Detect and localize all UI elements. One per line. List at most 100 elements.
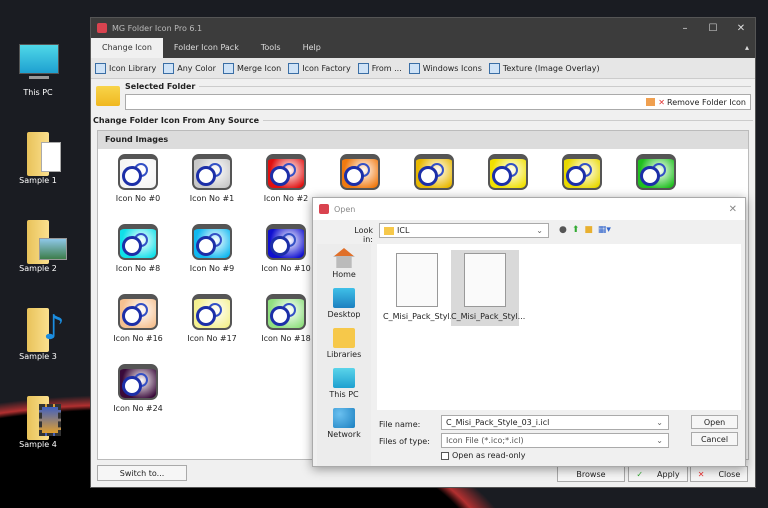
icon-library-button[interactable]: Icon Library xyxy=(95,62,156,74)
texture-button[interactable]: Texture (Image Overlay) xyxy=(488,62,600,74)
minimize-button[interactable]: – xyxy=(671,23,699,34)
libraries-icon xyxy=(333,328,355,348)
app-logo-icon xyxy=(319,204,329,214)
read-only-checkbox[interactable]: Open as read-only xyxy=(441,451,526,460)
folder-icon-preview xyxy=(118,294,158,330)
browse-button[interactable]: Browse xyxy=(557,466,625,482)
place-libraries[interactable]: Libraries xyxy=(317,324,371,364)
folder-icon-preview xyxy=(192,154,232,190)
found-image-item[interactable] xyxy=(547,154,617,194)
place-home[interactable]: Home xyxy=(317,244,371,284)
folder-icon xyxy=(96,86,120,106)
found-image-label: Icon No #1 xyxy=(189,194,235,203)
back-icon[interactable]: ● xyxy=(559,225,567,235)
title-bar: MG Folder Icon Pro 6.1 – ☐ ✕ xyxy=(91,18,755,38)
folder-icon-preview xyxy=(118,364,158,400)
folder-icon-preview xyxy=(636,154,676,190)
file-icon xyxy=(396,253,438,307)
factory-icon xyxy=(288,62,300,74)
folder-icon-preview xyxy=(414,154,454,190)
this-pc-icon xyxy=(333,368,355,388)
folder-icon-preview xyxy=(266,224,306,260)
maximize-button[interactable]: ☐ xyxy=(699,23,727,34)
found-image-label: Icon No #10 xyxy=(261,264,311,273)
found-image-item[interactable] xyxy=(325,154,395,194)
file-type-select[interactable]: Icon File (*.ico;*.icl) ⌄ xyxy=(441,433,669,448)
switch-to-button[interactable]: Switch to... xyxy=(97,465,187,481)
tab-tools[interactable]: Tools xyxy=(250,38,292,58)
folder-document-icon xyxy=(15,130,61,176)
any-color-button[interactable]: Any Color xyxy=(163,62,216,74)
found-image-label: Icon No #8 xyxy=(115,264,161,273)
folder-icon-preview xyxy=(192,294,232,330)
desktop-sample-2[interactable]: Sample 2 xyxy=(8,218,68,273)
file-list: C_Misi_Pack_Styl... C_Misi_Pack_Styl... xyxy=(377,244,741,410)
found-image-item[interactable] xyxy=(399,154,469,194)
windows-icons-button[interactable]: Windows Icons xyxy=(408,62,482,74)
look-in-select[interactable]: ICL ⌄ xyxy=(379,223,549,238)
found-image-item[interactable]: Icon No #24 xyxy=(103,364,173,413)
texture-icon xyxy=(488,62,500,74)
color-icon xyxy=(163,62,175,74)
network-icon xyxy=(333,408,355,428)
dialog-close-button[interactable]: ✕ xyxy=(729,204,737,215)
library-icon xyxy=(95,62,106,74)
found-image-item[interactable] xyxy=(473,154,543,194)
found-image-item[interactable] xyxy=(621,154,691,194)
open-button[interactable]: Open xyxy=(691,415,738,429)
new-folder-icon[interactable]: ■ xyxy=(584,225,593,235)
found-image-label: Icon No #0 xyxy=(115,194,161,203)
folder-music-icon: ♪ xyxy=(15,306,65,352)
collapse-ribbon-icon[interactable]: ▴ xyxy=(745,38,749,58)
monitor-icon xyxy=(15,42,61,88)
found-image-item[interactable]: Icon No #18 xyxy=(251,294,321,343)
close-window-button[interactable]: ✕ xyxy=(727,23,755,34)
tab-help[interactable]: Help xyxy=(292,38,332,58)
cancel-button[interactable]: Cancel xyxy=(691,432,738,446)
found-image-label: Icon No #24 xyxy=(113,404,163,413)
found-image-item[interactable]: Icon No #17 xyxy=(177,294,247,343)
file-item[interactable]: C_Misi_Pack_Styl... xyxy=(383,250,457,326)
found-image-item[interactable]: Icon No #0 xyxy=(103,154,173,203)
folder-icon-preview xyxy=(118,154,158,190)
icon-factory-button[interactable]: Icon Factory xyxy=(288,62,351,74)
open-dialog: Open ✕ Look in: ICL ⌄ ● ⬆ ■ ▦▾ Home Desktop L… xyxy=(312,197,746,467)
found-image-label: Icon No #16 xyxy=(113,334,163,343)
up-folder-icon[interactable]: ⬆ xyxy=(572,225,580,235)
desktop-sample-4[interactable]: Sample 4 xyxy=(8,394,68,449)
found-image-item[interactable]: Icon No #1 xyxy=(177,154,247,203)
folder-icon-preview xyxy=(266,294,306,330)
found-image-item[interactable]: Icon No #10 xyxy=(251,224,321,273)
desktop-sample-3[interactable]: ♪ Sample 3 xyxy=(8,306,68,361)
close-button[interactable]: ✕ Close xyxy=(690,466,748,482)
folder-icon-preview xyxy=(118,224,158,260)
folder-icon-preview xyxy=(488,154,528,190)
place-desktop[interactable]: Desktop xyxy=(317,284,371,324)
file-name-input[interactable]: C_Misi_Pack_Style_03_i.icl ⌄ xyxy=(441,415,669,430)
desktop-this-pc[interactable]: This PC xyxy=(8,42,68,97)
places-bar: Home Desktop Libraries This PC Network xyxy=(317,244,371,466)
file-item-selected[interactable]: C_Misi_Pack_Styl... xyxy=(451,250,525,326)
apply-button[interactable]: ✓ Apply xyxy=(628,466,688,482)
folder-picture-icon xyxy=(15,218,67,264)
app-logo-icon xyxy=(97,23,107,33)
remove-folder-icon-button[interactable]: ✕ Remove Folder Icon xyxy=(646,98,750,107)
checkbox-icon xyxy=(441,451,449,460)
place-this-pc[interactable]: This PC xyxy=(317,364,371,404)
found-image-item[interactable]: Icon No #9 xyxy=(177,224,247,273)
desktop-icon xyxy=(333,288,355,308)
from-button[interactable]: From ... xyxy=(357,62,402,74)
from-icon xyxy=(357,62,369,74)
tab-folder-icon-pack[interactable]: Folder Icon Pack xyxy=(163,38,250,58)
tab-change-icon[interactable]: Change Icon xyxy=(91,38,163,58)
found-image-item[interactable]: Icon No #16 xyxy=(103,294,173,343)
selected-folder-input[interactable]: ✕ Remove Folder Icon xyxy=(125,94,751,110)
merge-icon xyxy=(222,62,234,74)
found-image-item[interactable]: Icon No #8 xyxy=(103,224,173,273)
found-image-item[interactable]: Icon No #2 xyxy=(251,154,321,203)
folder-icon-preview xyxy=(340,154,380,190)
view-menu-icon[interactable]: ▦▾ xyxy=(598,225,611,235)
place-network[interactable]: Network xyxy=(317,404,371,444)
merge-icon-button[interactable]: Merge Icon xyxy=(222,62,281,74)
desktop-sample-1[interactable]: Sample 1 xyxy=(8,130,68,185)
